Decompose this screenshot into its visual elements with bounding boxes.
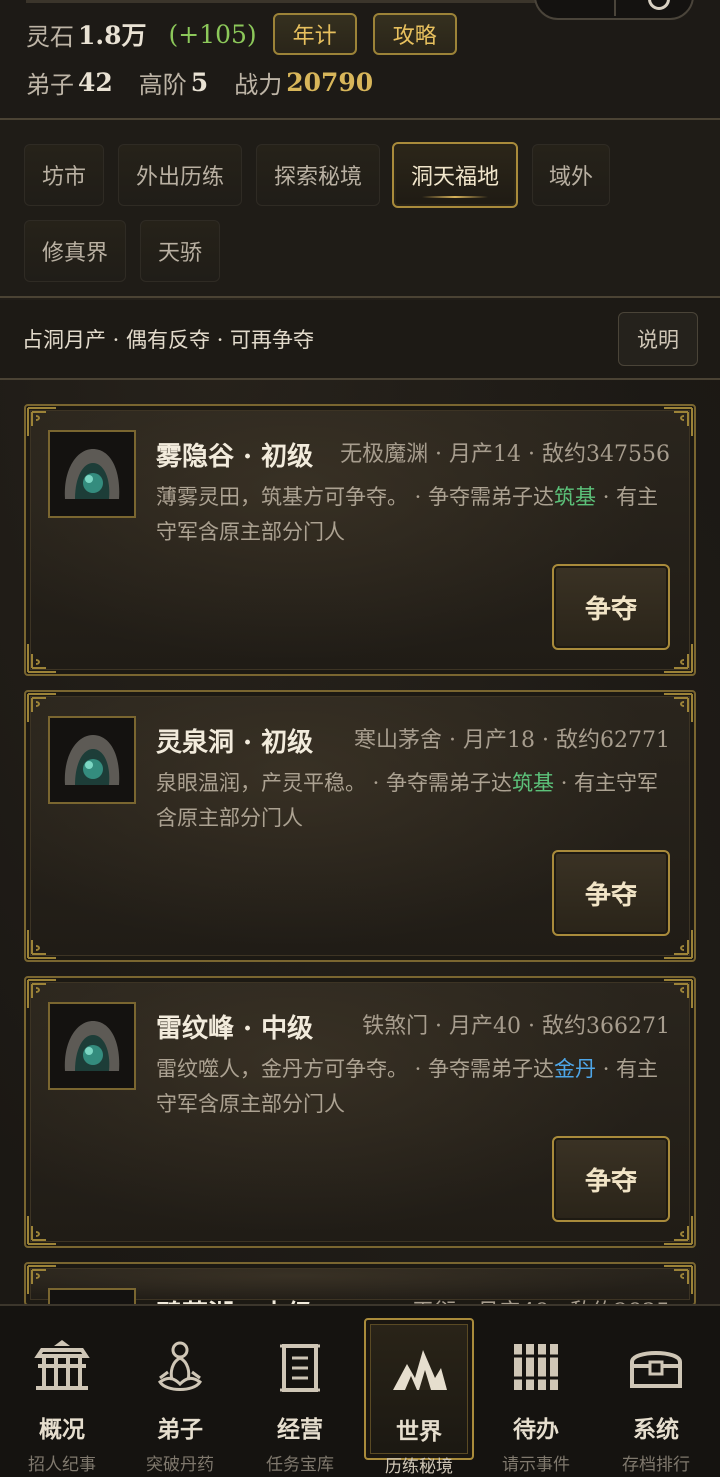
grotto-rules-text: 占洞月产 · 偶有反夺 · 可再争夺 (22, 328, 315, 352)
meditation-icon (150, 1338, 210, 1398)
bamboo-slips-icon (506, 1338, 566, 1398)
capsule-menu[interactable] (534, 0, 694, 20)
grotto-info-bar: 占洞月产 · 偶有反夺 · 可再争夺 说明 (0, 300, 720, 380)
desc-text: 雷纹噬人，金丹方可争夺。 · 争夺需弟子达 (156, 1057, 555, 1081)
contest-button[interactable]: 争夺 (552, 850, 670, 936)
gate-icon (32, 1338, 92, 1398)
bottom-navigation: 概况 招人纪事 弟子 突破丹药 经营 任务宝库 世界 历练秘境 待办 请示事件 … (0, 1304, 720, 1477)
yearly-plan-button[interactable]: 年计 (272, 13, 357, 55)
tab-travel[interactable]: 外出历练 (118, 144, 242, 206)
nav-label: 概况 (39, 1416, 85, 1443)
grotto-title: 雾隐谷 · 初级 (156, 442, 314, 472)
capsule-separator (614, 0, 616, 16)
stats-header: 灵石 1.8万 (+105) 年计 攻略 弟子 42 高阶 5 战力 20790 (0, 0, 720, 118)
nav-label: 弟子 (157, 1416, 203, 1443)
tab-explore-realm[interactable]: 探索秘境 (256, 144, 380, 206)
grotto-description: 泉眼温润，产灵平稳。 · 争夺需弟子达筑基 · 有主守军含原主部分门人 (156, 766, 676, 836)
nav-sublabel: 任务宝库 (266, 1455, 334, 1475)
nav-system[interactable]: 系统 存档排行 (600, 1318, 712, 1475)
grotto-meta: 铁煞门 · 月产40 · 敌约366271 (362, 1014, 670, 1039)
stone-label: 灵石 (26, 22, 74, 51)
stone-value: 1.8万 (78, 21, 147, 50)
realm-requirement: 筑基 (554, 485, 597, 509)
chest-icon (626, 1338, 686, 1398)
grotto-description: 雷纹噬人，金丹方可争夺。 · 争夺需弟子达金丹 · 有主守军含原主部分门人 (156, 1052, 676, 1122)
nav-todo[interactable]: 待办 请示事件 (480, 1318, 592, 1475)
grotto-card: 雾隐谷 · 初级 无极魔渊 · 月产14 · 敌约347556 薄雾灵田，筑基方… (24, 404, 696, 676)
grotto-title: 灵泉洞 · 初级 (156, 728, 314, 758)
tab-prodigy[interactable]: 天骄 (140, 220, 220, 282)
nav-disciples[interactable]: 弟子 突破丹药 (124, 1318, 236, 1475)
grotto-card: 雷纹峰 · 中级 铁煞门 · 月产40 · 敌约366271 雷纹噬人，金丹方可… (24, 976, 696, 1248)
ornament-corner-icon (26, 920, 66, 960)
header-divider (26, 0, 546, 3)
nav-label: 待办 (513, 1416, 559, 1443)
scroll-icon (270, 1338, 330, 1398)
tab-grotto[interactable]: 洞天福地 (392, 142, 518, 208)
grotto-card: 碧落湖 · 中级 天衍 · 月产48 · 敌约2835 (24, 1262, 696, 1306)
grotto-title: 雷纹峰 · 中级 (156, 1014, 314, 1044)
desc-text: 薄雾灵田，筑基方可争夺。 · 争夺需弟子达 (156, 485, 555, 509)
realm-requirement: 筑基 (512, 771, 555, 795)
close-circle-icon[interactable] (648, 0, 670, 10)
nav-label: 世界 (396, 1418, 442, 1445)
tab-cultivation-world[interactable]: 修真界 (24, 220, 126, 282)
ornament-corner-icon (26, 1206, 66, 1246)
sect-stats-row: 弟子 42 高阶 5 战力 20790 (26, 62, 373, 102)
world-tabs: 坊市 外出历练 探索秘境 洞天福地 域外 修真界 天骄 (0, 118, 720, 298)
grotto-meta: 无极魔渊 · 月产14 · 敌约347556 (340, 442, 670, 467)
power-label: 战力 (234, 70, 283, 99)
resource-row: 灵石 1.8万 (+105) 年计 攻略 (26, 13, 457, 55)
contest-button[interactable]: 争夺 (552, 564, 670, 650)
nav-sublabel: 历练秘境 (385, 1457, 453, 1477)
nav-world[interactable]: 世界 历练秘境 (364, 1318, 474, 1477)
desc-text: 泉眼温润，产灵平稳。 · 争夺需弟子达 (156, 771, 513, 795)
disciples-value: 42 (78, 67, 113, 97)
realm-requirement: 金丹 (554, 1057, 597, 1081)
tab-market[interactable]: 坊市 (24, 144, 104, 206)
cave-icon (48, 1002, 136, 1090)
nav-label: 经营 (277, 1416, 323, 1443)
stone-gain: (+105) (168, 19, 257, 49)
ornament-corner-icon (26, 634, 66, 674)
nav-sublabel: 存档排行 (622, 1455, 690, 1475)
grotto-description: 薄雾灵田，筑基方可争夺。 · 争夺需弟子达筑基 · 有主守军含原主部分门人 (156, 480, 676, 550)
nav-sublabel: 招人纪事 (28, 1455, 96, 1475)
grotto-card: 灵泉洞 · 初级 寒山茅舍 · 月产18 · 敌约62771 泉眼温润，产灵平稳… (24, 690, 696, 962)
cave-icon (48, 716, 136, 804)
nav-sublabel: 突破丹药 (146, 1455, 214, 1475)
senior-label: 高阶 (138, 70, 187, 99)
senior-value: 5 (190, 67, 209, 97)
contest-button[interactable]: 争夺 (552, 1136, 670, 1222)
guide-button[interactable]: 攻略 (372, 13, 457, 55)
nav-business[interactable]: 经营 任务宝库 (244, 1318, 356, 1475)
grotto-meta: 寒山茅舍 · 月产18 · 敌约62771 (354, 728, 670, 753)
nav-sublabel: 请示事件 (502, 1455, 570, 1475)
tab-outer-domain[interactable]: 域外 (532, 144, 610, 206)
nav-label: 系统 (633, 1416, 679, 1443)
power-value: 20790 (286, 67, 374, 97)
explain-button[interactable]: 说明 (618, 312, 698, 366)
cave-icon (48, 430, 136, 518)
disciples-label: 弟子 (26, 70, 74, 99)
nav-overview[interactable]: 概况 招人纪事 (6, 1318, 118, 1475)
mountain-icon (389, 1340, 449, 1400)
